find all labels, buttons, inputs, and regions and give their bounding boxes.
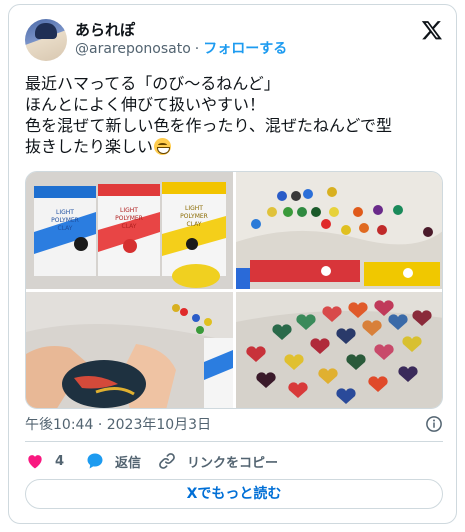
package-label: POLYMER [115, 215, 143, 222]
reply-label: 返信 [115, 455, 142, 471]
reply-bubble-icon [87, 453, 103, 469]
copy-link-button[interactable]: リンクをコピー [157, 449, 278, 473]
tweet-meta: 午後10:44 · 2023年10月3日 [25, 415, 443, 435]
like-button[interactable]: 4 [25, 449, 64, 473]
tweet-line: ほんとによく伸びて扱いやすい！ [25, 95, 266, 114]
handle-row: @arareponosato · フォローする [75, 40, 287, 59]
package-label: POLYMER [180, 213, 208, 220]
tweet-card: あられぽ @arareponosato · フォローする 最近ハマってる「のび〜るね… [8, 4, 457, 524]
read-more-button[interactable]: Xでもっと読む [25, 479, 443, 509]
clay-hearts-photo[interactable] [236, 292, 442, 408]
heart-icon [28, 455, 42, 469]
link-icon [159, 453, 175, 469]
tweet-header: あられぽ @arareponosato · フォローする [25, 15, 443, 65]
tweet-line-last: 抜きしたり楽しい [25, 136, 445, 157]
display-name[interactable]: あられぽ [75, 21, 287, 40]
media-grid: LIGHT POLYMER CLAY LIGHT POLYMER CLAY LI… [25, 171, 443, 409]
x-logo-icon[interactable] [421, 19, 443, 41]
user-handle[interactable]: @arareponosato [75, 41, 191, 57]
separator: · [194, 41, 200, 57]
package-label: LIGHT [120, 207, 138, 214]
package-label: CLAY [187, 221, 202, 228]
separator: · [97, 417, 103, 433]
avatar[interactable] [25, 19, 67, 61]
clay-balls-photo[interactable] [236, 172, 442, 289]
author-info: あられぽ @arareponosato · フォローする [75, 21, 287, 59]
package-label: LIGHT [56, 209, 74, 216]
package-label: CLAY [122, 223, 137, 230]
clay-packages-photo[interactable]: LIGHT POLYMER CLAY LIGHT POLYMER CLAY LI… [26, 172, 233, 289]
info-icon[interactable] [425, 415, 443, 433]
tweet-date[interactable]: 2023年10月3日 [107, 417, 211, 433]
tweet-time[interactable]: 午後10:44 [25, 417, 93, 433]
mixing-clay-photo[interactable] [26, 292, 233, 408]
package-label: POLYMER [51, 217, 79, 224]
package-label: CLAY [58, 225, 73, 232]
copy-link-label: リンクをコピー [187, 455, 279, 471]
grinning-face-icon [154, 138, 172, 155]
follow-button[interactable]: フォローする [203, 41, 287, 57]
action-bar: 4 返信 リンクをコピー [25, 449, 443, 473]
reply-button[interactable]: 返信 [85, 449, 141, 473]
like-count: 4 [55, 453, 65, 469]
tweet-line: 抜きしたり楽しい [25, 137, 154, 156]
tweet-line: 色を混ぜて新しい色を作ったり、混ぜたねんどで型 [25, 116, 393, 135]
divider [25, 441, 443, 442]
tweet-line: 最近ハマってる「のび〜るねんど」 [25, 74, 280, 93]
tweet-text: 最近ハマってる「のび〜るねんど」 ほんとによく伸びて扱いやすい！ 色を混ぜて新し… [25, 73, 445, 157]
package-label: LIGHT [185, 205, 203, 212]
